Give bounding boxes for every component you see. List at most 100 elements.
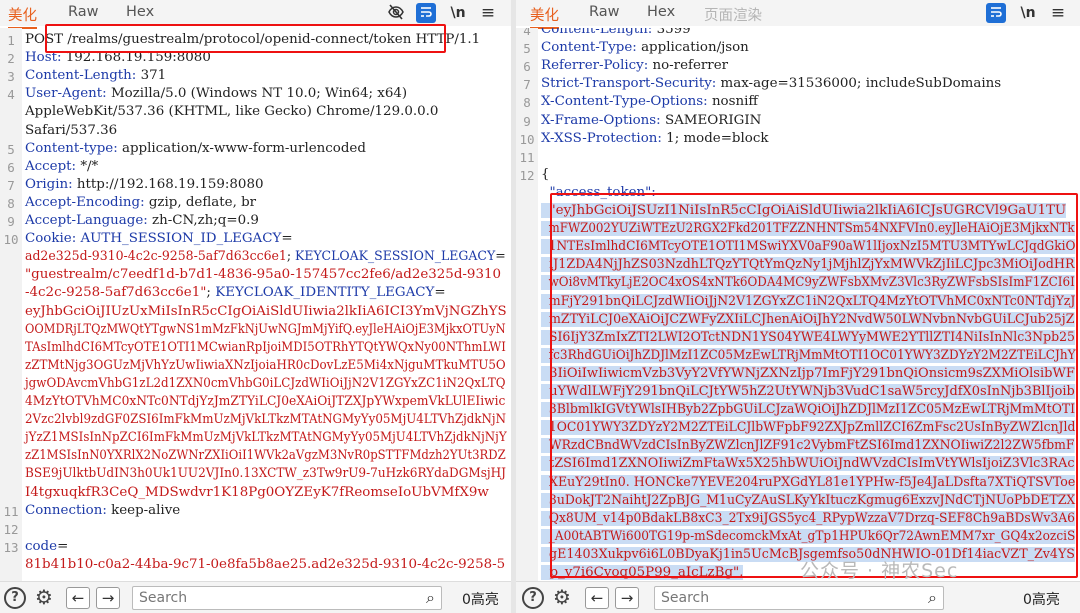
code-token: http://192.168.19.159:8080 (76, 176, 264, 192)
code-token: ; (286, 249, 296, 265)
gear-icon[interactable]: ⚙ (551, 587, 573, 609)
line-number: 11 (3, 503, 19, 519)
code-token: = (434, 285, 446, 301)
code-line: Content-Type: application/json (541, 39, 749, 57)
code-token: eyJhbGciOiJIUzUxMiIsInR5cCIgOiAiSldUIiwi… (25, 303, 507, 319)
menu-icon[interactable]: ≡ (478, 3, 498, 23)
tab-hex[interactable]: Hex (647, 4, 675, 20)
help-icon[interactable]: ? (522, 587, 544, 609)
arrow-right-icon[interactable]: → (96, 587, 120, 609)
code-token: Accept-Encoding: (25, 194, 149, 210)
code-line: AppleWebKit/537.36 (KHTML, like Gecko) C… (25, 103, 438, 121)
tab-raw[interactable]: Raw (589, 4, 620, 20)
code-token: 3IiOiIwIiwicmVzb3VyY2VfYWNjZXNzIjp7ImFjY… (541, 365, 1075, 381)
code-token: X-XSS-Protection: (541, 130, 667, 146)
line-number: 13 (3, 539, 19, 555)
request-search-input[interactable]: Search ⌕ (132, 586, 442, 610)
code-token: jYzZ1MSIsInNpZCI6ImFkMmUzMjVkLTkzMTAtNGM… (25, 430, 507, 446)
code-line: Content-Length: 371 (25, 67, 166, 85)
code-token: 3599 (656, 28, 691, 37)
code-line: WRzdCBndWVzdCIsInByZWZlcnJlZF91c2VybmFtZ… (541, 437, 1075, 455)
code-token: 2Vzc2lvbl9zdGF0ZSI6ImFkMmUzMjVkLTkzMTAtN… (25, 412, 506, 428)
arrow-left-icon[interactable]: ← (66, 587, 90, 609)
code-token: X-Content-Type-Options: (541, 94, 712, 110)
code-token: Accept-Language: (25, 213, 153, 228)
line-number: 8 (523, 95, 531, 111)
code-token: = (281, 231, 293, 247)
code-token: iJ1ZDA4NjJhZS03NzdhLTQzYTQtYmQzNy1jMjhlZ… (541, 257, 1075, 273)
eye-off-icon[interactable] (386, 3, 406, 23)
tab-render[interactable]: 页面渲染 (704, 4, 762, 25)
code-line: 3IiOiIwIiwicmVzb3VyY2VfYWNjZXNzIjp7ImFjY… (541, 365, 1075, 383)
search-icon: ⌕ (928, 588, 937, 607)
code-token: zh-CN,zh;q=0.9 (152, 213, 259, 228)
code-token: Content-Length: (541, 28, 657, 37)
tab-pretty[interactable]: 美化 (530, 4, 559, 29)
code-line: mFWZ002YUZiWTEzU2RGX2Fkd201TFZZNHNTSm54N… (541, 220, 1075, 238)
search-placeholder: Search (661, 590, 710, 606)
code-token: zZTMtNjg3OGUzMjVhYzUwIiwiaXNzIjoiaHR0cDo… (25, 357, 506, 373)
code-token: SI6IjY3ZmIxZTI2LWI2OTctNDN1YS04YWE4LWYyM… (541, 329, 1075, 345)
code-line: -4c2c-9258-5af7d63cc6e1"; KEYCLOAK_IDENT… (25, 284, 446, 302)
code-token: Origin: (25, 176, 77, 192)
line-number: 12 (3, 521, 19, 537)
code-token: KEYCLOAK_IDENTITY_LEGACY (215, 285, 435, 301)
code-line: Qx8UM_v14p0BdakLB8xC3_2Tx9iJGS5yc4_RPypW… (541, 510, 1075, 528)
code-token: "eyJhbGciOiJSUzI1NiIsInR5cCIgOiAiSldUIiw… (541, 203, 1067, 218)
line-number: 2 (7, 51, 15, 67)
arrow-right-icon[interactable]: → (615, 587, 639, 609)
code-line: Content-Length: 3599 (541, 28, 691, 39)
code-token: 192.168.19.159:8080 (65, 50, 211, 66)
line-number-gutter (0, 28, 22, 581)
tab-raw[interactable]: Raw (68, 4, 99, 20)
code-token: = (495, 249, 506, 265)
line-number: 1 (7, 33, 15, 48)
code-token: 1; mode=block (666, 130, 769, 146)
menu-icon[interactable]: ≡ (1048, 3, 1068, 23)
watermark: 公众号 · 神农Sec (800, 560, 959, 582)
code-line: _A00tABTWi600TG19p-mSdecomckMxAt_gTp1HPU… (541, 528, 1076, 546)
line-number: 6 (523, 59, 531, 75)
code-token: Content-Length: (25, 68, 141, 84)
code-token: POST /realms/guestrealm/protocol/openid-… (25, 32, 481, 47)
code-line: Accept-Language: zh-CN,zh;q=0.9 (25, 212, 259, 230)
code-line: Origin: http://192.168.19.159:8080 (25, 176, 264, 194)
code-token: keep-alive (111, 502, 181, 518)
code-line: iJ1ZDA4NjJhZS03NzdhLTQzYTQtYmQzNy1jMjhlZ… (541, 256, 1075, 274)
code-line: Safari/537.36 (25, 122, 117, 140)
arrow-left-icon[interactable]: ← (585, 587, 609, 609)
response-editor[interactable]: 4 Content-Length: 3599 5 Content-Type: appl… (516, 28, 1080, 581)
line-number: 10 (519, 131, 535, 147)
code-line: 1NTEsImlhdCI6MTcyOTE1OTI1MSwiYXV0aF90aW1… (541, 238, 1076, 256)
tab-hex[interactable]: Hex (126, 4, 154, 20)
code-line: "eyJhbGciOiJSUzI1NiIsInR5cCIgOiAiSldUIiw… (541, 202, 1067, 220)
response-search-input[interactable]: Search ⌕ (654, 586, 944, 610)
code-token: TAsImlhdCI6MTcyOTE1OTI1MCwianRpIjoiMDI5O… (25, 339, 506, 355)
line-number: 11 (519, 149, 535, 165)
help-icon[interactable]: ? (4, 587, 26, 609)
code-token: Content-Type: (541, 40, 642, 56)
gear-icon[interactable]: ⚙ (33, 587, 55, 609)
code-token: mFjY291bnQiLCJzdWIiOiJjN2V1ZGYxZC1iN2QxL… (541, 293, 1076, 309)
code-token: User-Agent: (25, 86, 111, 102)
code-token: zZ1MSIsInN0YXRlX2NoZWNrZXIiOiI1WVk2aVgzM… (25, 448, 506, 464)
code-line: Referrer-Policy: no-referrer (541, 57, 728, 75)
line-number: 5 (7, 141, 15, 157)
code-line: BSE9jUlktbUdIN3h0Uk1UU2VJIn0.13XCTW_z3Tw… (25, 465, 506, 483)
code-line: "access_token": (541, 184, 656, 202)
request-editor[interactable]: 1 POST /realms/guestrealm/protocol/openid… (0, 28, 511, 581)
line-number: 4 (7, 87, 15, 103)
word-wrap-icon[interactable] (986, 3, 1006, 23)
newline-icon[interactable]: \n (1018, 3, 1038, 23)
code-line: ad2e325d-9310-4c2c-9258-5af7d63cc6e1; KE… (25, 248, 506, 266)
line-number: 6 (7, 159, 15, 175)
request-bottom-bar: ? ⚙ ← → Search ⌕ 0高亮 (0, 581, 511, 613)
word-wrap-icon[interactable] (416, 3, 436, 23)
code-token: ; (206, 285, 216, 301)
tab-pretty[interactable]: 美化 (8, 4, 37, 29)
line-number: 4 (523, 28, 531, 38)
code-line: 4MzYtOTVhMC0xNTc0NTdjYzJmZTYiLCJ0eXAiOiJ… (25, 393, 505, 411)
newline-icon[interactable]: \n (448, 3, 468, 23)
code-line: User-Agent: Mozilla/5.0 (Windows NT 10.0… (25, 85, 407, 103)
code-line: wOi8vMTkyLjE2OC4xOS4xNTk6ODA4MC9yZWFsbXM… (541, 274, 1075, 292)
